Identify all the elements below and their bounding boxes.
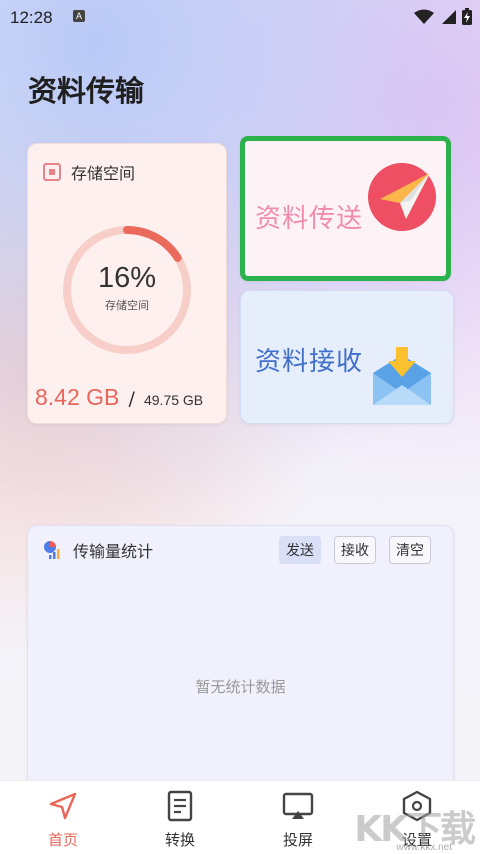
navigation-arrow-icon (23, 789, 103, 823)
receive-card-label: 资料接收 (255, 347, 364, 377)
storage-total: 49.75 GB (143, 392, 204, 408)
storage-card: 存储空间 16% 存储空间 8.42 GB / 49.75 GB (27, 143, 227, 424)
stats-title: 传输量统计 (73, 542, 154, 561)
storage-percent-caption: 存储空间 (105, 299, 149, 312)
storage-usage: 8.42 GB / 49.75 GB (35, 384, 203, 411)
chip-icon (43, 163, 61, 181)
receive-card[interactable]: 资料接收 (240, 290, 454, 424)
send-card-label: 资料传送 (255, 204, 364, 234)
stats-receive-button[interactable]: 接收 (334, 536, 376, 564)
status-icons (414, 8, 472, 25)
chart-stats-icon (44, 541, 60, 559)
status-bar: 12:28 A (0, 0, 480, 36)
storage-used: 8.42 GB (35, 384, 120, 410)
storage-label: 存储空间 (71, 164, 136, 183)
status-time: 12:28 (10, 8, 53, 27)
tab-home-label: 首页 (47, 831, 78, 849)
storage-header: 存储空间 (43, 160, 135, 184)
tab-screencast-label: 投屏 (282, 831, 313, 849)
mail-download-icon (373, 347, 431, 405)
battery-icon (462, 8, 472, 25)
stats-filter-buttons: 发送 接收 清空 (279, 536, 431, 564)
stats-clear-button[interactable]: 清空 (389, 536, 431, 564)
storage-percent: 16% (97, 262, 157, 294)
page-title: 资料传输 (28, 74, 145, 108)
notification-badge: A (73, 10, 85, 22)
tab-screencast[interactable]: 投屏 (258, 789, 338, 850)
watermark-site: www.kkx.net (396, 842, 452, 853)
stats-empty-text: 暂无统计数据 (195, 678, 286, 696)
document-icon (140, 789, 220, 823)
signal-icon (442, 9, 456, 24)
screen-cast-icon (258, 789, 338, 823)
wifi-icon (414, 9, 434, 24)
stats-header: 传输量统计 (43, 538, 153, 562)
paper-plane-icon (368, 163, 436, 231)
transfer-stats-card: 传输量统计 发送 接收 清空 暂无统计数据 (27, 525, 454, 797)
stats-send-button[interactable]: 发送 (279, 536, 321, 564)
tab-convert-label: 转换 (164, 831, 195, 849)
tab-convert[interactable]: 转换 (140, 789, 220, 850)
send-card[interactable]: 资料传送 (240, 136, 451, 281)
storage-separator: / (128, 388, 135, 410)
tab-home[interactable]: 首页 (23, 789, 103, 850)
